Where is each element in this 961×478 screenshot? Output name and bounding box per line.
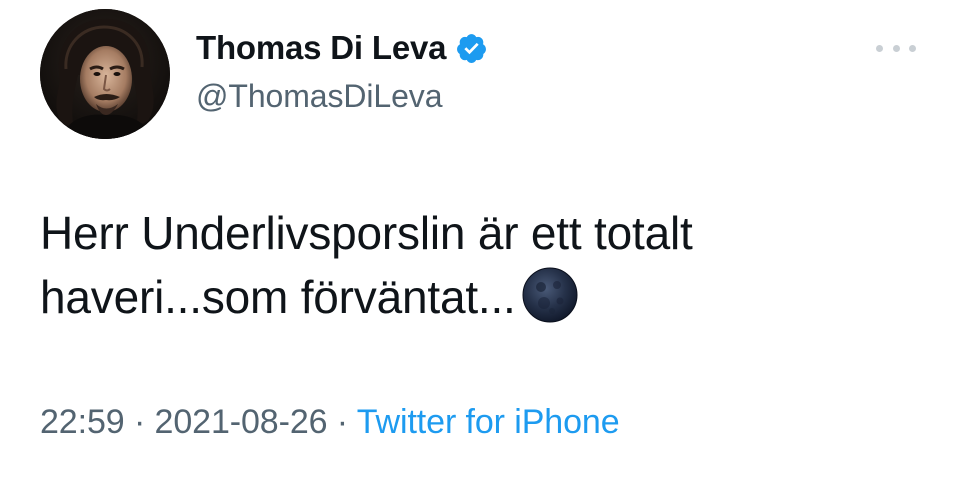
- handle[interactable]: @ThomasDiLeva: [196, 78, 442, 115]
- more-dot: [892, 44, 900, 52]
- avatar-image: [40, 9, 170, 139]
- tweet-text: Herr Underlivsporslin är ett totalt have…: [40, 201, 920, 329]
- more-dot: [876, 44, 883, 52]
- meta-separator: ·: [327, 403, 357, 441]
- tweet-time[interactable]: 22:59: [40, 403, 125, 441]
- meta-separator: ·: [124, 403, 155, 441]
- more-dot: [909, 44, 916, 52]
- verified-badge-icon: [455, 32, 488, 65]
- display-name[interactable]: Thomas Di Leva: [196, 29, 446, 67]
- tweet-text-line: haveri...som förväntat...: [40, 271, 516, 323]
- tweet-source-link[interactable]: Twitter for iPhone: [357, 403, 620, 441]
- avatar[interactable]: [40, 9, 170, 139]
- author-name-row[interactable]: Thomas Di Leva: [196, 26, 488, 70]
- tweet-text-line-with-emoji: haveri...som förväntat...: [40, 265, 920, 329]
- tweet-metadata: 22:59 · 2021-08-26 · Twitter for iPhone: [40, 403, 620, 442]
- more-options-icon[interactable]: [876, 38, 916, 58]
- tweet-card: Thomas Di Leva @ThomasDiLeva Herr Underl…: [0, 0, 961, 478]
- new-moon-face-icon: [520, 265, 580, 325]
- tweet-text-line: Herr Underlivsporslin är ett totalt: [40, 207, 693, 259]
- tweet-date[interactable]: 2021-08-26: [155, 403, 328, 441]
